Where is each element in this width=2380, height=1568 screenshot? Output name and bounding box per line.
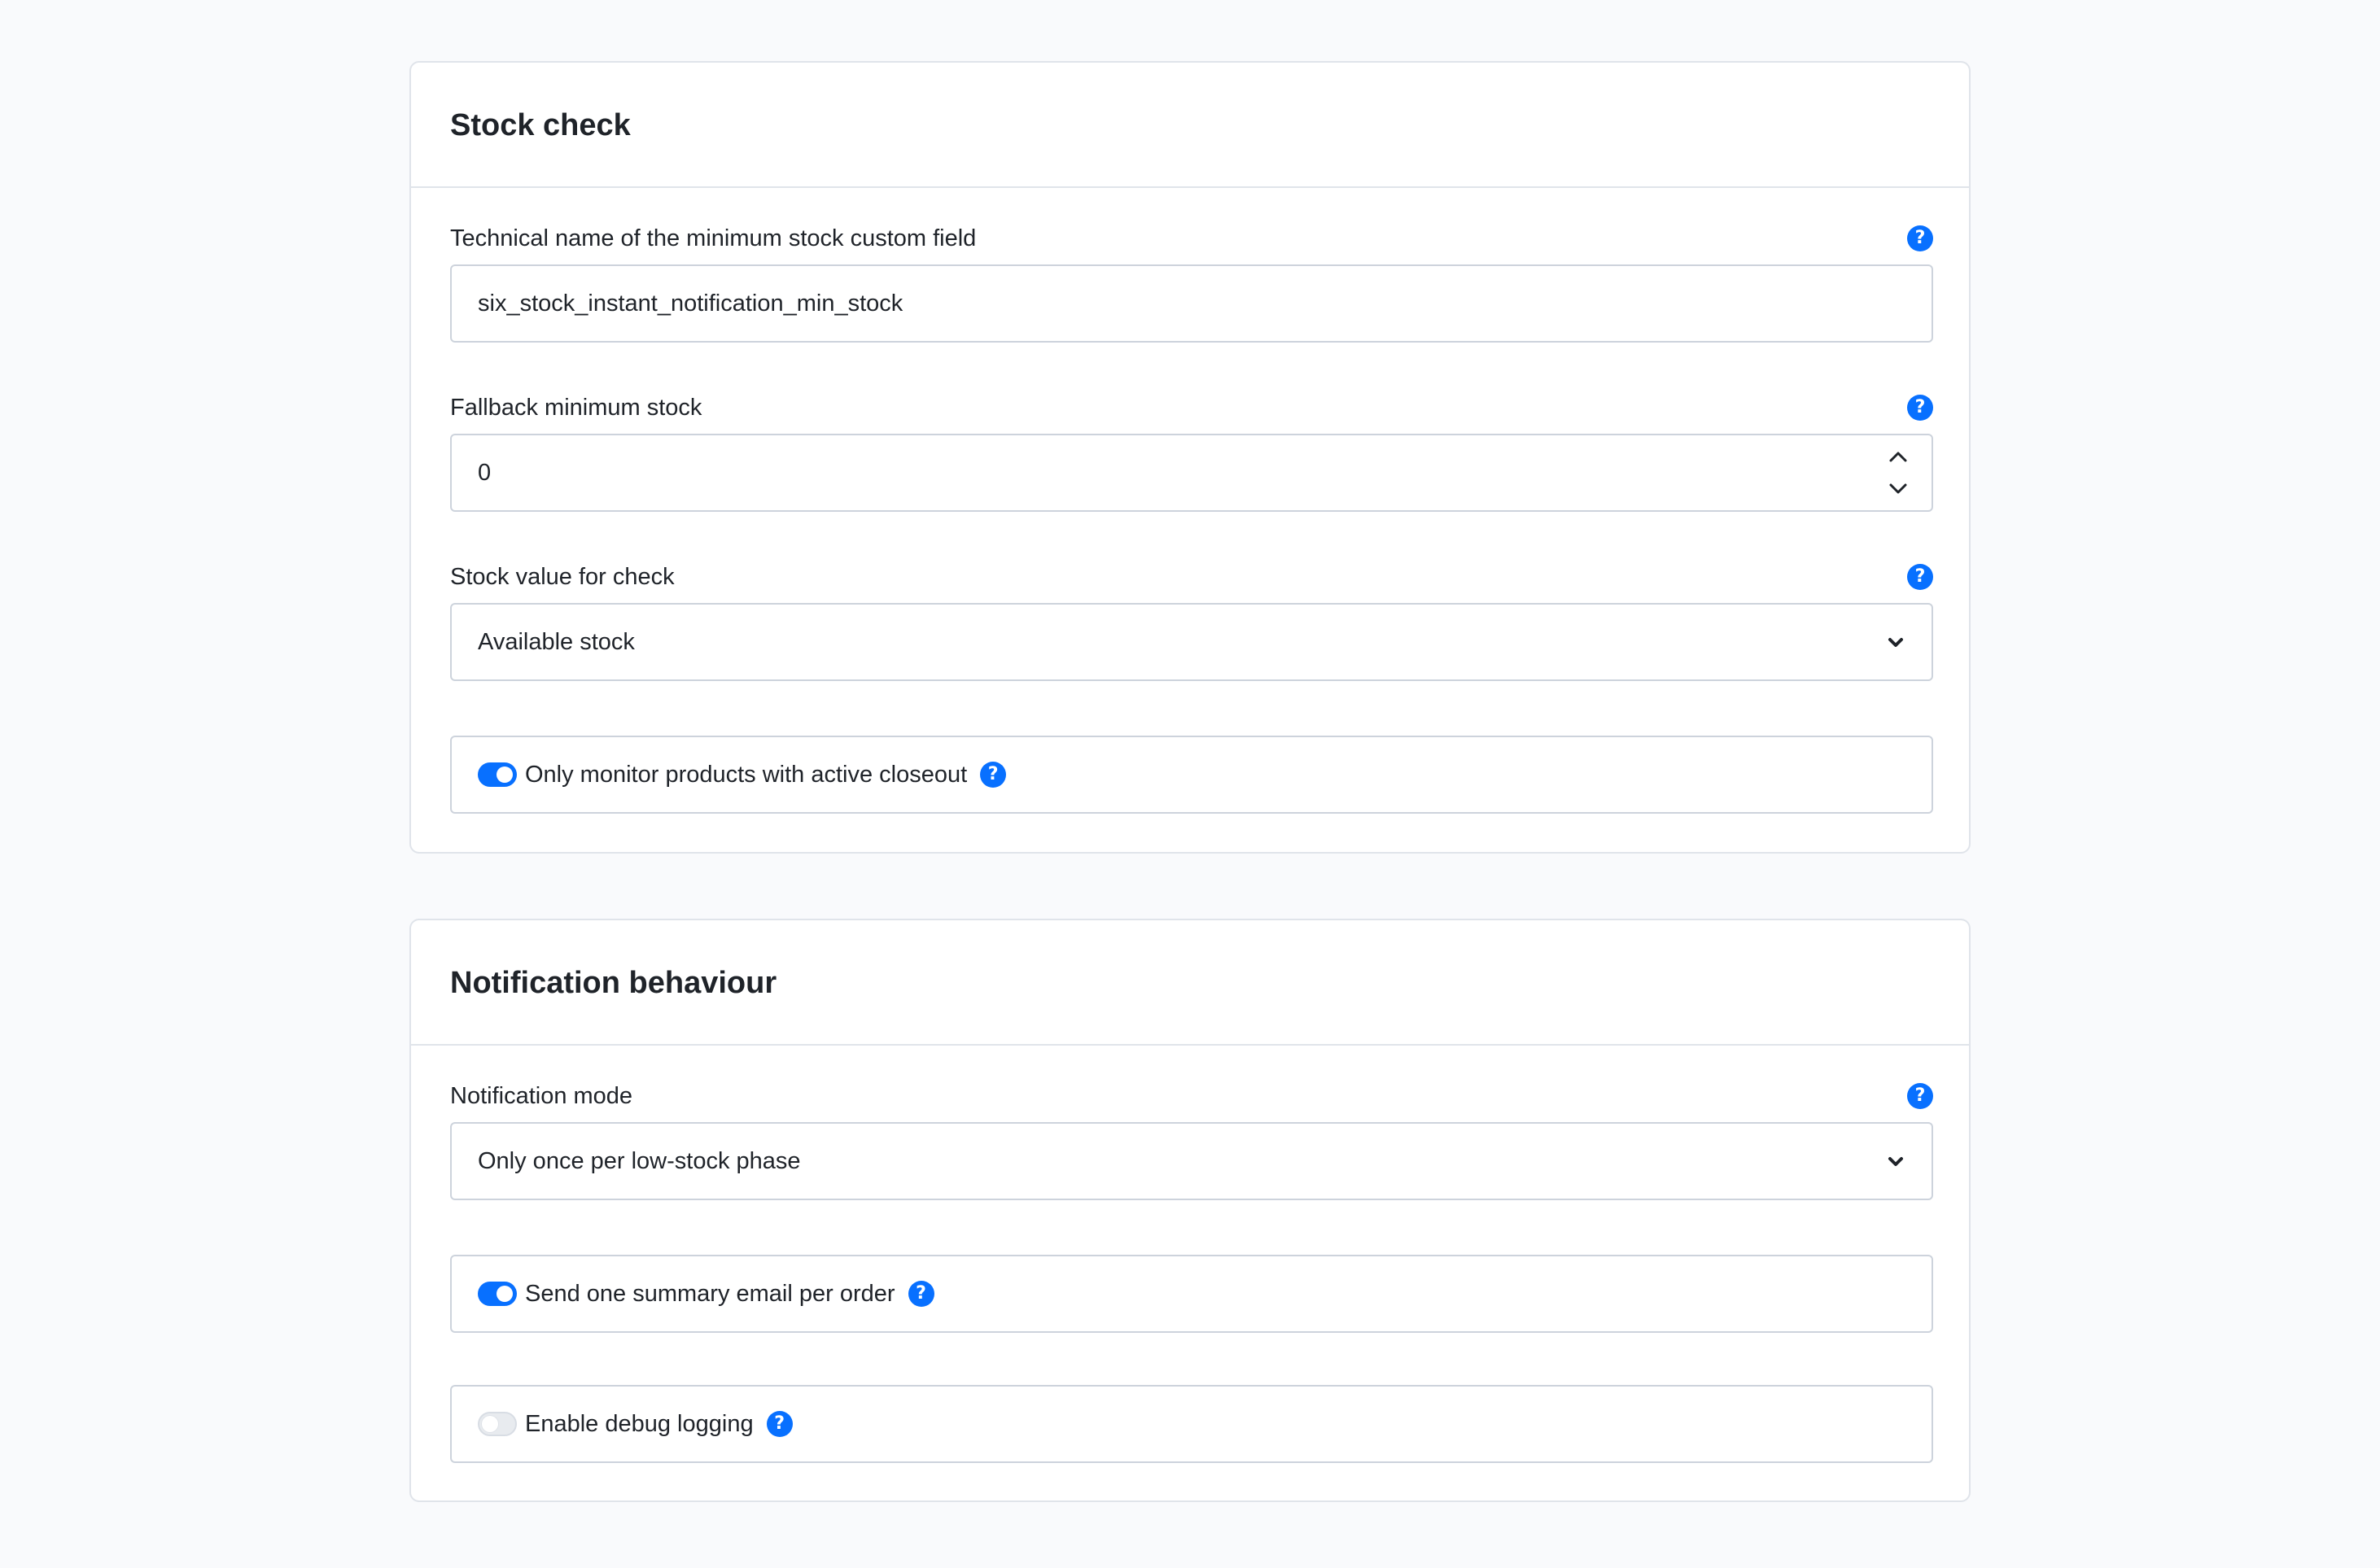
chevron-down-icon	[1888, 638, 1903, 647]
min-stock-field-label: Technical name of the minimum stock cust…	[450, 225, 977, 251]
closeout-toggle-label: Only monitor products with active closeo…	[525, 761, 968, 788]
debug-logging-toggle-row: Enable debug logging ?	[450, 1385, 1933, 1463]
toggle-knob	[482, 1416, 498, 1432]
min-stock-field-input[interactable]: six_stock_instant_notification_min_stock	[450, 264, 1933, 343]
notification-mode-selected: Only once per low-stock phase	[478, 1148, 801, 1174]
stock-check-card: Stock check Technical name of the minimu…	[409, 61, 1971, 854]
notification-mode-label: Notification mode	[450, 1083, 633, 1109]
stock-value-field: Stock value for check ? Available stock	[450, 561, 1933, 691]
question-circle-icon[interactable]: ?	[1907, 564, 1933, 590]
question-circle-icon[interactable]: ?	[766, 1411, 793, 1437]
debug-logging-toggle-label: Enable debug logging	[525, 1410, 754, 1437]
chevron-down-icon[interactable]	[1886, 476, 1910, 500]
stock-check-header: Stock check	[411, 63, 1969, 188]
toggle-knob	[497, 1286, 513, 1302]
question-circle-icon[interactable]: ?	[1907, 225, 1933, 251]
debug-logging-toggle[interactable]	[478, 1412, 517, 1436]
notification-mode-select[interactable]: Only once per low-stock phase	[450, 1122, 1933, 1200]
stock-value-selected: Available stock	[478, 629, 635, 655]
question-circle-icon[interactable]: ?	[908, 1281, 934, 1307]
fallback-min-stock-value: 0	[478, 460, 492, 486]
stock-check-title: Stock check	[450, 108, 631, 142]
notification-behaviour-title: Notification behaviour	[450, 966, 777, 1000]
notification-behaviour-header: Notification behaviour	[411, 920, 1969, 1046]
summary-email-toggle-label: Send one summary email per order	[525, 1280, 895, 1307]
fallback-min-stock-label: Fallback minimum stock	[450, 395, 702, 421]
min-stock-field-value: six_stock_instant_notification_min_stock	[478, 290, 903, 317]
question-circle-icon[interactable]: ?	[1907, 395, 1933, 421]
summary-email-toggle[interactable]	[478, 1282, 517, 1306]
chevron-up-icon[interactable]	[1886, 445, 1910, 470]
question-circle-icon[interactable]: ?	[980, 762, 1007, 788]
closeout-toggle[interactable]	[478, 762, 517, 787]
question-circle-icon[interactable]: ?	[1907, 1083, 1933, 1109]
fallback-min-stock-input[interactable]: 0	[450, 434, 1933, 512]
stock-value-label: Stock value for check	[450, 564, 675, 590]
summary-email-toggle-row: Send one summary email per order ?	[450, 1255, 1933, 1333]
notification-mode-field: Notification mode ? Only once per low-st…	[450, 1080, 1933, 1210]
fallback-min-stock-field: Fallback minimum stock ? 0	[450, 391, 1933, 522]
min-stock-custom-field: Technical name of the minimum stock cust…	[450, 222, 1933, 352]
chevron-down-icon	[1888, 1157, 1903, 1166]
closeout-toggle-row: Only monitor products with active closeo…	[450, 736, 1933, 814]
toggle-knob	[497, 767, 513, 783]
notification-behaviour-card: Notification behaviour Notification mode…	[409, 919, 1971, 1502]
stock-value-select[interactable]: Available stock	[450, 603, 1933, 681]
number-stepper	[1886, 445, 1910, 500]
